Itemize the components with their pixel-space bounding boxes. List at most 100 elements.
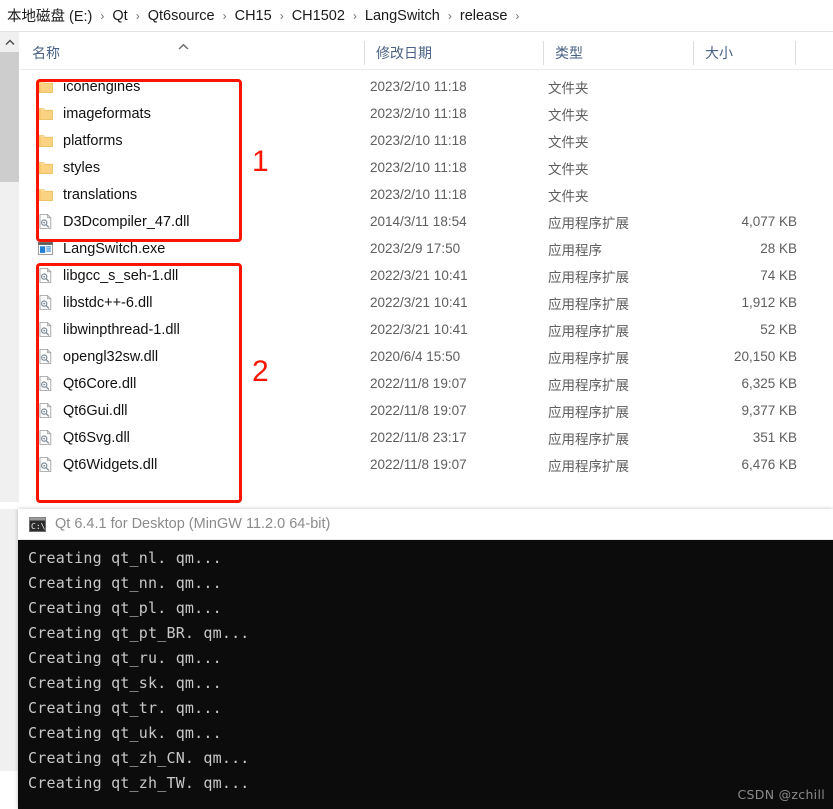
table-row[interactable]: platforms 2023/2/10 11:18 文件夹 [20,127,833,154]
file-name-cell[interactable]: imageformats [37,105,151,122]
file-name-cell[interactable]: Qt6Core.dll [37,375,136,392]
file-name-cell[interactable]: Qt6Gui.dll [37,402,127,419]
exe-app-icon [37,240,54,257]
breadcrumb-item-0[interactable]: 本地磁盘 (E:) [4,3,95,28]
file-date-cell: 2023/2/9 17:50 [370,241,461,256]
file-date-cell: 2023/2/10 11:18 [370,106,467,121]
breadcrumb-separator-icon: › [222,8,227,23]
file-name-cell[interactable]: Qt6Widgets.dll [37,456,157,473]
console-window[interactable]: C:\ Qt 6.4.1 for Desktop (MinGW 11.2.0 6… [18,509,833,809]
column-header-size[interactable]: 大小 [693,36,795,69]
table-row[interactable]: translations 2023/2/10 11:18 文件夹 [20,181,833,208]
breadcrumb-separator-icon: › [515,8,520,23]
folder-icon [37,159,54,176]
file-name-text: libgcc_s_seh-1.dll [63,267,179,284]
file-type-cell: 应用程序扩展 [548,404,629,420]
table-row[interactable]: opengl32sw.dll 2020/6/4 15:50 应用程序扩展 20,150… [20,343,833,370]
column-header-type[interactable]: 类型 [543,36,693,69]
annotation-number-1: 1 [252,145,269,178]
file-size-cell: 20,150 KB [733,349,797,364]
file-name-cell[interactable]: translations [37,186,137,203]
file-name-cell[interactable]: Qt6Svg.dll [37,429,130,446]
column-divider-size[interactable] [693,41,694,65]
file-name-cell[interactable]: libwinpthread-1.dll [37,321,180,338]
column-divider-end[interactable] [795,41,796,65]
breadcrumb-item-3[interactable]: CH15 [232,6,275,26]
table-row[interactable]: libwinpthread-1.dll 2022/3/21 10:41 应用程序扩展… [20,316,833,343]
console-titlebar[interactable]: C:\ Qt 6.4.1 for Desktop (MinGW 11.2.0 6… [18,509,833,540]
file-name-text: Qt6Core.dll [63,375,137,392]
table-row[interactable]: libstdc++-6.dll 2022/3/21 10:41 应用程序扩展 1,91… [20,289,833,316]
file-size-cell: 4,077 KB [741,214,797,229]
vertical-scrollbar-thumb[interactable] [0,52,19,182]
scroll-up-button[interactable] [0,32,19,52]
table-row[interactable]: libgcc_s_seh-1.dll 2022/3/21 10:41 应用程序扩展 7… [20,262,833,289]
file-name-cell[interactable]: styles [37,159,100,176]
file-date-cell: 2022/11/8 19:07 [370,403,467,418]
desktop-left-strip-fill [0,509,18,771]
breadcrumb-separator-icon: › [100,8,105,23]
table-row[interactable]: styles 2023/2/10 11:18 文件夹 [20,154,833,181]
vertical-scrollbar-track[interactable] [0,32,19,502]
table-row[interactable]: iconengines 2023/2/10 11:18 文件夹 [20,73,833,100]
dll-file-icon [37,294,54,311]
file-name-cell[interactable]: libstdc++-6.dll [37,294,152,311]
file-list-column-headers: 名称 修改日期 类型 大小 [20,36,833,69]
breadcrumb[interactable]: 本地磁盘 (E:) › Qt › Qt6source › CH15 › CH1502 › LangS… [0,0,833,31]
console-output[interactable]: Creating qt_nl. qm... Creating qt_nn. qm.… [18,540,833,809]
file-type-cell: 文件夹 [548,161,589,177]
file-date-cell: 2022/11/8 19:07 [370,376,467,391]
file-name-cell[interactable]: libgcc_s_seh-1.dll [37,267,178,284]
column-header-name[interactable]: 名称 [20,36,364,69]
table-row[interactable]: Qt6Widgets.dll 2022/11/8 19:07 应用程序扩展 6,476… [20,451,833,478]
breadcrumb-separator-icon: › [352,8,357,23]
table-row[interactable]: Qt6Gui.dll 2022/11/8 19:07 应用程序扩展 9,377 KB [20,397,833,424]
console-line: Creating qt_pl. qm... [28,599,222,617]
file-name-text: imageformats [63,105,151,122]
file-date-cell: 2023/2/10 11:18 [370,160,467,175]
annotation-number-2: 2 [252,355,269,388]
column-header-date[interactable]: 修改日期 [364,36,543,69]
folder-icon [37,186,54,203]
table-row[interactable]: Qt6Core.dll 2022/11/8 19:07 应用程序扩展 6,325 KB [20,370,833,397]
file-date-cell: 2022/3/21 10:41 [370,268,468,283]
file-type-cell: 文件夹 [548,134,589,150]
file-list[interactable]: iconengines 2023/2/10 11:18 文件夹 imageformat… [20,73,833,478]
cmd-console-icon: C:\ [29,516,46,532]
table-row[interactable]: imageformats 2023/2/10 11:18 文件夹 [20,100,833,127]
file-name-text: LangSwitch.exe [63,240,166,257]
breadcrumb-item-5[interactable]: LangSwitch [362,6,443,26]
file-size-cell: 74 KB [760,268,797,283]
table-row[interactable]: LangSwitch.exe 2023/2/9 17:50 应用程序 28 KB [20,235,833,262]
file-date-cell: 2023/2/10 11:18 [370,79,467,94]
console-line: Creating qt_uk. qm... [28,724,222,742]
breadcrumb-separator-icon: › [135,8,140,23]
breadcrumb-item-2[interactable]: Qt6source [145,6,218,26]
file-name-cell[interactable]: iconengines [37,78,140,95]
file-date-cell: 2020/6/4 15:50 [370,349,461,364]
console-line: Creating qt_nn. qm... [28,574,222,592]
file-type-cell: 应用程序扩展 [548,269,629,285]
file-type-cell: 应用程序扩展 [548,458,629,474]
dll-file-icon [37,402,54,419]
file-size-cell: 28 KB [760,241,797,256]
breadcrumb-divider [0,31,833,32]
file-name-text: Qt6Widgets.dll [63,456,158,473]
file-type-cell: 应用程序 [548,242,602,258]
breadcrumb-item-6[interactable]: release [457,6,511,26]
breadcrumb-item-1[interactable]: Qt [109,6,130,26]
file-name-cell[interactable]: LangSwitch.exe [37,240,165,257]
svg-text:C:\: C:\ [31,522,46,531]
column-divider-type[interactable] [543,41,544,65]
console-line: Creating qt_zh_CN. qm... [28,749,250,767]
table-row[interactable]: Qt6Svg.dll 2022/11/8 23:17 应用程序扩展 351 KB [20,424,833,451]
file-name-cell[interactable]: D3Dcompiler_47.dll [37,213,190,230]
table-row[interactable]: D3Dcompiler_47.dll 2014/3/11 18:54 应用程序扩展 4… [20,208,833,235]
breadcrumb-separator-icon: › [447,8,452,23]
breadcrumb-item-4[interactable]: CH1502 [289,6,348,26]
file-size-cell: 6,325 KB [741,376,797,391]
column-divider-date[interactable] [364,41,365,65]
file-name-cell[interactable]: platforms [37,132,123,149]
file-name-cell[interactable]: opengl32sw.dll [37,348,158,365]
